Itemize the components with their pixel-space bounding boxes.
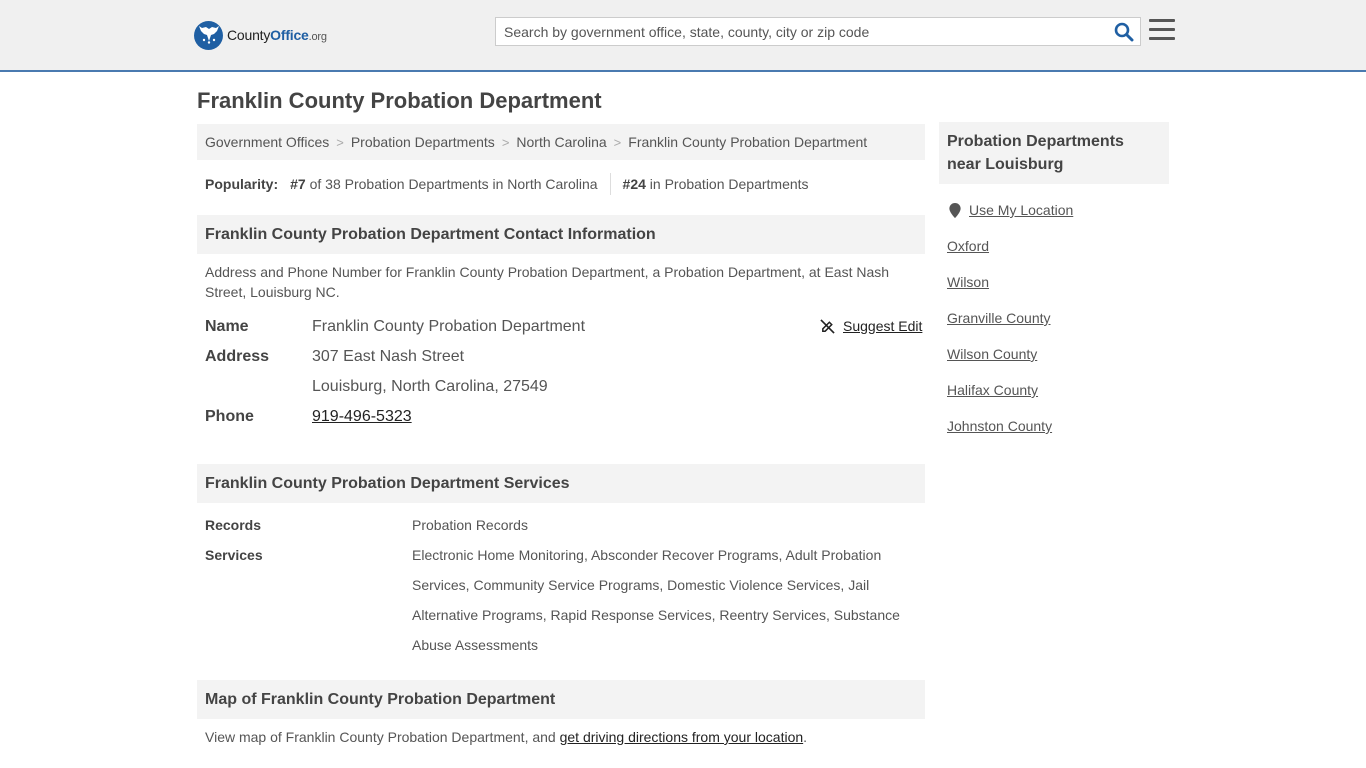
- eagle-icon: [194, 20, 223, 50]
- logo-text: CountyOffice.org: [227, 27, 327, 43]
- popularity-bar: Popularity: #7 of 38 Probation Departmen…: [205, 173, 809, 195]
- sidebar-link-johnston-county[interactable]: Johnston County: [947, 418, 1052, 434]
- name-label: Name: [205, 318, 249, 335]
- breadcrumb-separator: >: [336, 134, 344, 150]
- edit-off-icon: [820, 318, 835, 334]
- sidebar-link-granville-county[interactable]: Granville County: [947, 310, 1051, 326]
- search-icon[interactable]: [1114, 22, 1134, 42]
- map-section-heading: Map of Franklin County Probation Departm…: [197, 680, 925, 719]
- hamburger-menu-icon[interactable]: [1149, 19, 1175, 41]
- popularity-all-rank: #24: [622, 176, 646, 192]
- contact-description: Address and Phone Number for Franklin Co…: [205, 264, 890, 300]
- popularity-state-rank: #7: [290, 176, 306, 192]
- breadcrumb-separator: >: [613, 134, 622, 150]
- sidebar-link-oxford[interactable]: Oxford: [947, 238, 989, 254]
- site-logo[interactable]: CountyOffice.org: [194, 20, 327, 50]
- sidebar-heading: Probation Departments near Louisburg: [939, 122, 1169, 184]
- phone-link[interactable]: 919-496-5323: [312, 408, 412, 426]
- address-label: Address: [205, 348, 270, 365]
- popularity-label: Popularity:: [205, 176, 279, 192]
- address-line1: 307 East Nash Street: [312, 348, 465, 365]
- contact-section-heading: Franklin County Probation Department Con…: [197, 215, 925, 254]
- map-pin-icon: [949, 202, 961, 218]
- sidebar-link-halifax-county[interactable]: Halifax County: [947, 382, 1038, 398]
- use-my-location-link[interactable]: Use My Location: [949, 202, 1073, 218]
- breadcrumb: Government Offices > Probation Departmen…: [197, 124, 925, 160]
- suggest-edit-link[interactable]: Suggest Edit: [820, 318, 922, 334]
- services-section-heading: Franklin County Probation Department Ser…: [197, 464, 925, 503]
- divider: [609, 173, 611, 195]
- suggest-edit-label: Suggest Edit: [843, 318, 923, 334]
- address-line2: Louisburg, North Carolina, 27549: [312, 378, 548, 395]
- records-label: Records: [205, 517, 262, 533]
- breadcrumb-north-carolina[interactable]: North Carolina: [516, 134, 606, 150]
- site-header: CountyOffice.org: [0, 0, 1366, 72]
- records-value: Probation Records: [412, 517, 528, 533]
- search-box: [495, 17, 1141, 46]
- breadcrumb-government-offices[interactable]: Government Offices: [205, 134, 329, 150]
- breadcrumb-separator: >: [501, 134, 510, 150]
- breadcrumb-current: Franklin County Probation Department: [628, 134, 868, 150]
- sidebar-link-wilson-county[interactable]: Wilson County: [947, 346, 1037, 362]
- services-label: Services: [205, 547, 263, 563]
- sidebar-link-wilson[interactable]: Wilson: [947, 274, 989, 290]
- phone-label: Phone: [205, 408, 254, 425]
- popularity-all-text: in Probation Departments: [649, 176, 809, 192]
- map-description-text: View map of Franklin County Probation De…: [205, 729, 560, 745]
- breadcrumb-probation-departments[interactable]: Probation Departments: [351, 134, 495, 150]
- search-input[interactable]: [496, 18, 1106, 45]
- map-description: View map of Franklin County Probation De…: [205, 729, 807, 745]
- use-my-location-label: Use My Location: [969, 202, 1074, 218]
- services-value: Electronic Home Monitoring, Absconder Re…: [412, 547, 900, 653]
- page-title: Franklin County Probation Department: [197, 88, 602, 113]
- map-description-end: .: [803, 729, 808, 745]
- driving-directions-link[interactable]: get driving directions from your locatio…: [560, 729, 804, 745]
- name-value: Franklin County Probation Department: [312, 318, 586, 335]
- popularity-state-text: of 38 Probation Departments in North Car…: [309, 176, 598, 192]
